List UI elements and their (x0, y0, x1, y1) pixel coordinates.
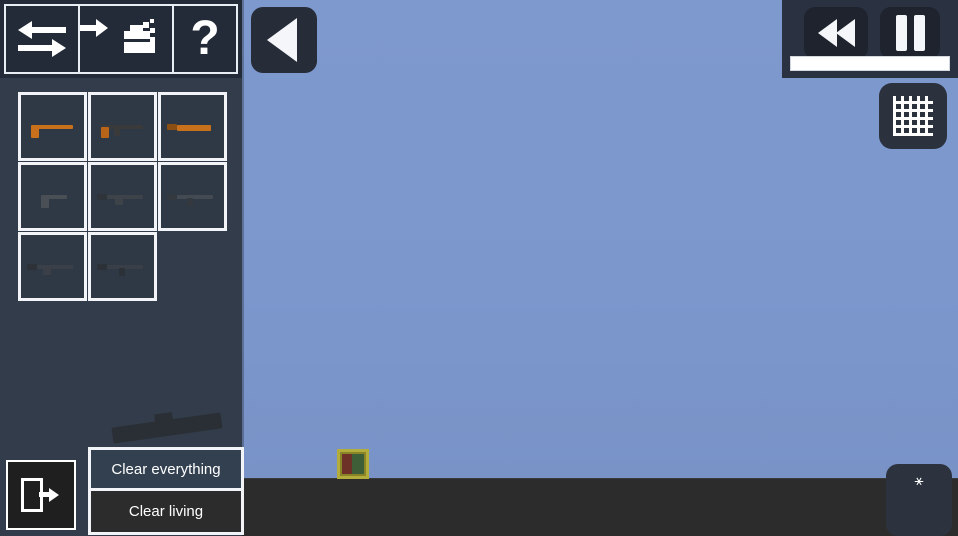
weapon-sidebar: ? Clear everything Clear living (0, 0, 244, 536)
pause-icon-bar-right (913, 15, 925, 51)
download-icon: ⚹ (914, 472, 924, 489)
weapon-icon (96, 186, 149, 208)
download-button[interactable]: ⚹ (886, 464, 952, 536)
arrow-tool-button[interactable] (80, 4, 110, 74)
weapon-grid (18, 92, 234, 302)
crate-entity[interactable] (337, 449, 369, 479)
weapon-slot[interactable] (88, 92, 157, 161)
timeline-slider[interactable] (790, 56, 950, 71)
crate-face-left (342, 454, 352, 474)
rewind-icon-second (835, 19, 855, 47)
clear-living-button[interactable]: Clear living (91, 491, 241, 532)
weapon-preview-sprite (111, 412, 223, 444)
weapon-slot[interactable] (158, 92, 227, 161)
clear-everything-button[interactable]: Clear everything (91, 450, 241, 491)
rewind-button[interactable] (804, 7, 868, 59)
weapon-icon (27, 116, 79, 138)
weapon-icon (166, 186, 219, 208)
collapse-panel-button[interactable] (251, 7, 317, 73)
spray-can-icon (124, 19, 155, 53)
crate-face-right (352, 454, 364, 474)
weapon-icon (166, 116, 219, 138)
weapon-slot[interactable] (18, 232, 87, 301)
help-tool-button[interactable]: ? (174, 4, 238, 74)
weapon-slot[interactable] (158, 162, 227, 231)
weapon-slot[interactable] (18, 162, 87, 231)
exit-button[interactable] (6, 460, 76, 530)
weapon-icon (97, 116, 149, 138)
exit-door-icon (21, 478, 61, 512)
clear-buttons-panel: Clear everything Clear living (88, 447, 244, 535)
grid-mesh-icon (893, 96, 933, 136)
playback-panel (782, 0, 958, 78)
weapon-slot[interactable] (88, 162, 157, 231)
swap-arrows-icon (18, 21, 66, 57)
grid-toggle-button[interactable] (879, 83, 947, 149)
weapon-icon (27, 186, 79, 208)
swap-tool-button[interactable] (4, 4, 80, 74)
question-mark-icon: ? (190, 12, 220, 65)
rewind-icon (817, 19, 837, 47)
arrow-right-icon (80, 19, 108, 37)
triangle-left-icon (266, 18, 297, 62)
pause-button[interactable] (880, 7, 940, 59)
weapon-icon (96, 256, 149, 278)
game-screen: ? Clear everything Clear living ⚹ (0, 0, 958, 536)
sidebar-toolbar: ? (0, 0, 242, 78)
weapon-icon (26, 256, 79, 278)
weapon-slot[interactable] (18, 92, 87, 161)
weapon-slot[interactable] (88, 232, 157, 301)
spray-tool-button[interactable] (110, 4, 174, 74)
pause-icon-bar-left (895, 15, 907, 51)
